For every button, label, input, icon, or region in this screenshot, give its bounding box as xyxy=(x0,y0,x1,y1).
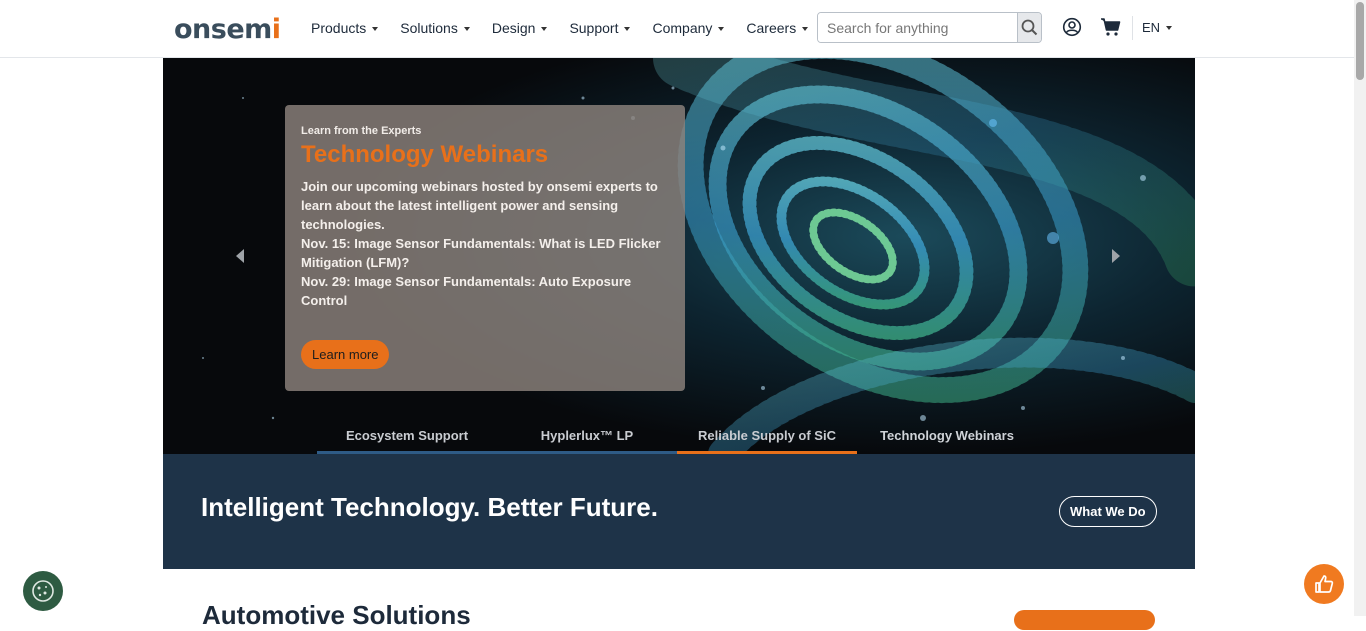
thumbs-up-icon xyxy=(1315,575,1334,593)
chevron-down-icon xyxy=(802,26,809,31)
chevron-down-icon xyxy=(624,26,631,31)
divider xyxy=(1132,16,1133,40)
tab-ecosystem-support[interactable]: Ecosystem Support xyxy=(317,420,497,454)
scrollbar-thumb[interactable] xyxy=(1356,2,1364,80)
chevron-down-icon xyxy=(718,26,725,31)
tab-hyperlux-lp[interactable]: Hyplerlux™ LP xyxy=(497,420,677,454)
tab-reliable-supply-sic[interactable]: Reliable Supply of SiC xyxy=(677,420,857,454)
nav-solutions[interactable]: Solutions xyxy=(400,20,470,36)
chevron-down-icon xyxy=(1166,26,1173,30)
chevron-down-icon xyxy=(541,26,548,31)
promo-description: Join our upcoming webinars hosted by ons… xyxy=(301,179,661,308)
tagline-banner: Intelligent Technology. Better Future. W… xyxy=(163,454,1195,569)
hero-promo-card: Learn from the Experts Technology Webina… xyxy=(285,105,685,391)
nav-company[interactable]: Company xyxy=(652,20,725,36)
cart-icon[interactable] xyxy=(1100,17,1122,37)
learn-more-button[interactable]: Learn more xyxy=(301,340,390,369)
chevron-down-icon xyxy=(463,26,470,31)
promo-eyebrow: Learn from the Experts xyxy=(301,125,422,137)
feedback-button[interactable] xyxy=(1304,564,1344,604)
nav-careers[interactable]: Careers xyxy=(746,20,809,36)
tab-technology-webinars[interactable]: Technology Webinars xyxy=(857,420,1037,454)
language-selector[interactable]: EN xyxy=(1142,20,1173,35)
search-box xyxy=(817,12,1042,43)
search-input[interactable] xyxy=(818,13,1017,42)
carousel-tabs: Ecosystem Support Hyplerlux™ LP Reliable… xyxy=(317,420,1037,454)
hero-carousel: Learn from the Experts Technology Webina… xyxy=(163,58,1195,454)
cookie-settings-button[interactable] xyxy=(23,571,63,611)
site-header: onsemi Products Solutions Design Support… xyxy=(0,0,1366,58)
page-scrollbar[interactable] xyxy=(1354,0,1366,616)
cookie-icon xyxy=(32,580,54,602)
carousel-prev-icon[interactable] xyxy=(233,248,247,264)
chevron-down-icon xyxy=(372,26,379,31)
main-nav: Products Solutions Design Support Compan… xyxy=(311,0,830,56)
search-button[interactable] xyxy=(1017,13,1041,42)
what-we-do-button[interactable]: What We Do xyxy=(1059,496,1157,527)
onsemi-logo[interactable]: onsemi xyxy=(174,14,281,45)
banner-title: Intelligent Technology. Better Future. xyxy=(201,492,658,522)
carousel-next-icon[interactable] xyxy=(1109,248,1123,264)
promo-title: Technology Webinars xyxy=(301,141,549,168)
nav-design[interactable]: Design xyxy=(492,20,548,36)
search-icon xyxy=(1021,19,1038,36)
nav-support[interactable]: Support xyxy=(569,20,631,36)
nav-products[interactable]: Products xyxy=(311,20,379,36)
user-circle-icon[interactable] xyxy=(1062,17,1082,37)
section-button[interactable] xyxy=(1014,610,1155,630)
